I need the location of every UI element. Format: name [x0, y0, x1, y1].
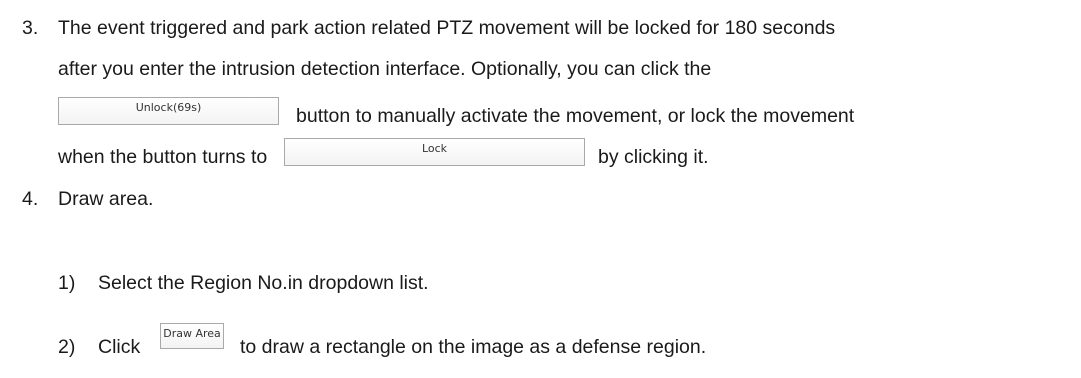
step-3-text-line-2: after you enter the intrusion detection …: [58, 58, 712, 80]
step-3-text-line-1: The event triggered and park action rela…: [58, 17, 836, 39]
substep-2-before: Click: [98, 336, 141, 358]
step-3-text-line-4-after: by clicking it.: [598, 146, 709, 168]
substep-2-number: 2): [58, 336, 76, 358]
step-4-text: Draw area.: [58, 188, 154, 210]
step-3-text-line-3: button to manually activate the movement…: [296, 105, 855, 127]
step-3-text-line-4-before: when the button turns to: [58, 146, 268, 168]
substep-1-number: 1): [58, 272, 76, 294]
lock-button[interactable]: Lock: [284, 138, 585, 166]
draw-area-button[interactable]: Draw Area: [160, 323, 224, 349]
step-3-number: 3.: [22, 17, 39, 39]
unlock-button[interactable]: Unlock(69s): [58, 97, 279, 125]
step-4-number: 4.: [22, 188, 39, 210]
substep-1-text: Select the Region No.in dropdown list.: [98, 272, 429, 294]
substep-2-after: to draw a rectangle on the image as a de…: [240, 336, 707, 358]
